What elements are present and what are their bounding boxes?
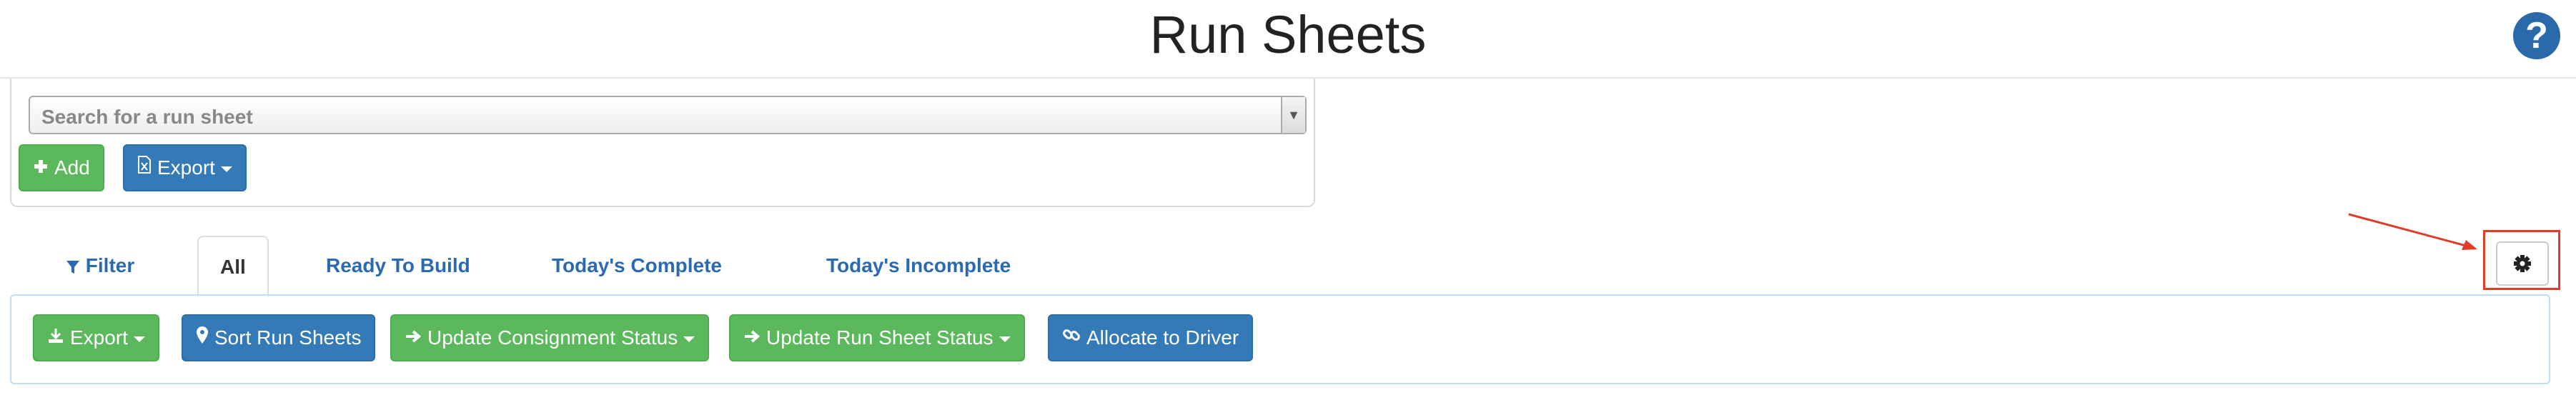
caret-down-icon (683, 336, 695, 342)
export-label: Export (157, 156, 215, 179)
sort-run-sheets-label: Sort Run Sheets (214, 326, 362, 349)
update-consignment-status-button[interactable]: Update Consignment Status (390, 314, 710, 361)
caret-down-icon (999, 336, 1011, 342)
tab-all-label: All (220, 256, 246, 278)
map-marker-icon (196, 316, 209, 360)
caret-down-icon (133, 336, 145, 342)
plus-icon (33, 146, 49, 190)
tab-todays-complete-label: Today's Complete (552, 254, 722, 276)
add-label: Add (54, 156, 90, 179)
add-button[interactable]: Add (19, 144, 104, 191)
gear-icon (2514, 255, 2531, 272)
bulk-export-label: Export (70, 326, 128, 349)
run-sheet-tabs: Filter All Ready To Build Today's Comple… (10, 236, 2555, 297)
allocate-to-driver-label: Allocate to Driver (1086, 326, 1239, 349)
dropdown-arrow-icon[interactable]: ▼ (1281, 97, 1305, 133)
page-title: Run Sheets (1149, 5, 1427, 64)
settings-button[interactable] (2496, 241, 2549, 286)
tab-filter[interactable]: Filter (44, 236, 156, 296)
update-run-sheet-status-label: Update Run Sheet Status (766, 326, 994, 349)
tab-todays-complete[interactable]: Today's Complete (530, 236, 743, 296)
run-sheet-search-select[interactable]: Search for a run sheet ▼ (29, 96, 1307, 134)
search-panel: Search for a run sheet ▼ Add Export (10, 79, 1315, 207)
tab-filter-label: Filter (85, 254, 135, 276)
tab-todays-incomplete-label: Today's Incomplete (826, 254, 1011, 276)
download-icon (47, 316, 64, 360)
bulk-export-button[interactable]: Export (33, 314, 159, 361)
update-run-sheet-status-button[interactable]: Update Run Sheet Status (729, 314, 1025, 361)
update-consignment-status-label: Update Consignment Status (427, 326, 678, 349)
allocate-to-driver-button[interactable]: Allocate to Driver (1048, 314, 1254, 361)
arrow-right-icon (743, 316, 761, 360)
tab-ready-to-build[interactable]: Ready To Build (304, 236, 492, 296)
action-panel: Export Sort Run Sheets Update Consignmen… (10, 294, 2550, 384)
caret-down-icon (220, 166, 232, 172)
tab-all[interactable]: All (197, 236, 269, 297)
excel-file-icon (137, 146, 152, 190)
search-placeholder: Search for a run sheet (41, 106, 253, 128)
help-icon[interactable]: ? (2513, 12, 2560, 59)
filter-icon (66, 254, 86, 276)
link-icon (1062, 316, 1081, 360)
arrow-right-icon (405, 316, 422, 360)
page-header: Run Sheets ? (0, 0, 2576, 79)
tab-ready-to-build-label: Ready To Build (326, 254, 470, 276)
export-dropdown-button[interactable]: Export (123, 144, 247, 191)
sort-run-sheets-button[interactable]: Sort Run Sheets (182, 314, 376, 361)
tab-todays-incomplete[interactable]: Today's Incomplete (805, 236, 1032, 296)
